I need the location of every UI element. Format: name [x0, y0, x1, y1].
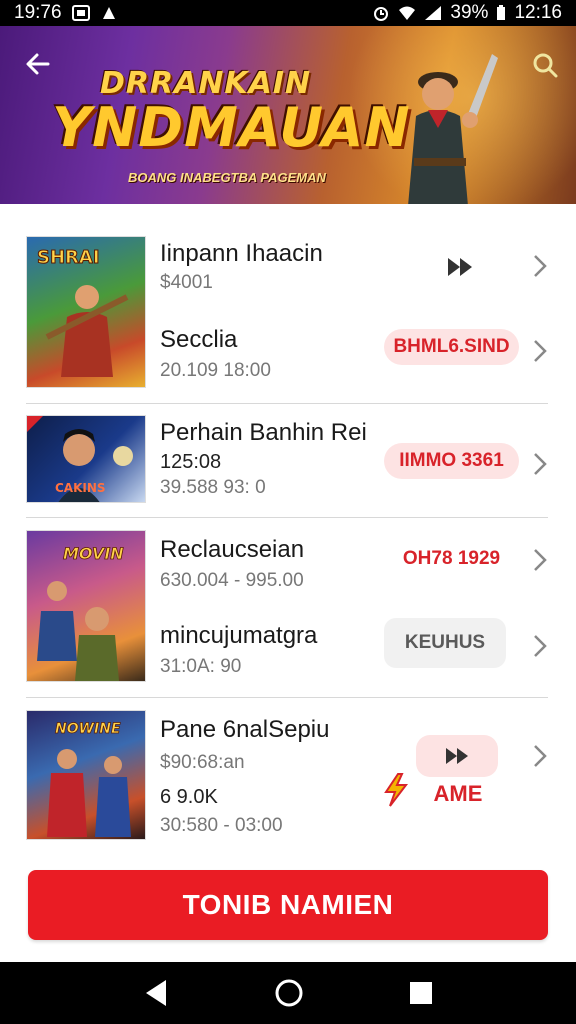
list-item-time: 39.588 93: 0 — [160, 477, 266, 498]
thumb-title: MOVIN — [63, 544, 124, 563]
chevron-right-icon[interactable] — [530, 337, 550, 365]
list-item-title[interactable]: Reclaucseian — [160, 536, 304, 564]
search-icon — [533, 53, 558, 78]
list-item-price: $90:68:an — [160, 752, 245, 773]
wifi-icon — [399, 6, 416, 20]
list-item-value: 125:08 — [160, 451, 222, 473]
arrow-left-icon — [26, 53, 50, 75]
list-item-time: 20.109 18:00 — [160, 360, 271, 381]
status-bar: 19:76 39% 12:16 — [0, 0, 576, 26]
game-art: CAKINS — [27, 416, 133, 502]
list-item-time: 31:0A: 90 — [160, 656, 242, 677]
chevron-right-icon[interactable] — [530, 742, 550, 770]
game-art: SHRAI — [37, 247, 129, 377]
thumb-title: NOWINE — [55, 721, 121, 737]
list-divider — [26, 517, 548, 518]
list-divider — [26, 403, 548, 404]
thumb-title: SHRAI — [37, 247, 100, 268]
list-item-title[interactable]: Secclia — [160, 326, 237, 354]
recents-nav-icon[interactable] — [408, 980, 434, 1006]
signal-icon — [425, 6, 442, 20]
search-button[interactable] — [528, 48, 562, 82]
hero-banner: DRRANKAIN YNDMAUAN BOANG INABEGTBA PAGEM… — [0, 26, 576, 204]
game-thumbnail[interactable]: CAKINS — [26, 415, 146, 503]
chevron-right-icon[interactable] — [530, 632, 550, 660]
status-badge: BHML6.SIND — [384, 329, 519, 365]
back-nav-icon[interactable] — [142, 978, 170, 1008]
photo-icon — [71, 5, 90, 21]
play-button[interactable] — [443, 253, 477, 281]
list-item-value: 6 9.0K — [160, 786, 218, 808]
back-button[interactable] — [20, 46, 56, 82]
game-art: NOWINE — [47, 721, 131, 837]
game-thumbnail[interactable]: MOVIN — [26, 530, 146, 682]
fast-forward-icon — [446, 748, 468, 764]
list-divider — [26, 697, 548, 698]
fast-forward-icon — [448, 258, 472, 276]
play-pill-button[interactable] — [416, 735, 498, 777]
list-item-time: 30:580 - 03:00 — [160, 815, 283, 836]
battery-percent: 39% — [450, 2, 489, 23]
game-art: MOVIN — [37, 544, 125, 681]
list-item-title[interactable]: Iinpann Ihaacin — [160, 240, 323, 268]
status-badge: IIMMO 3361 — [384, 443, 519, 479]
battery-icon — [497, 5, 506, 20]
game-thumbnail[interactable]: NOWINE — [26, 710, 146, 840]
status-time: 19:76 — [14, 2, 62, 23]
system-navigation-bar — [0, 962, 576, 1024]
notification-icon — [102, 7, 115, 19]
thumb-label: CAKINS — [55, 481, 106, 495]
chevron-right-icon[interactable] — [530, 546, 550, 574]
chevron-right-icon[interactable] — [530, 450, 550, 478]
banner-subtitle: BOANG INABEGTBA PAGEMAN — [128, 170, 326, 185]
status-badge[interactable]: KEUHUS — [384, 618, 506, 668]
primary-action-button[interactable]: TONIB NAMIEN — [28, 870, 548, 940]
home-nav-icon[interactable] — [274, 978, 304, 1008]
alarm-icon — [374, 7, 389, 21]
list-item-title[interactable]: mincujumatgra — [160, 622, 317, 650]
status-clock: 12:16 — [514, 2, 562, 23]
banner-title: YNDMAUAN — [52, 96, 411, 159]
list-item-time: 630.004 - 995.00 — [160, 570, 304, 591]
list-item-title[interactable]: Pane 6nalSepiu — [160, 716, 329, 744]
status-badge: OH78 1929 — [402, 548, 501, 569]
list-item-price: $4001 — [160, 272, 213, 293]
game-thumbnail[interactable]: SHRAI — [26, 236, 146, 388]
game-tag: AME — [433, 781, 483, 806]
list-item-title[interactable]: Perhain Banhin Rei — [160, 419, 367, 447]
chevron-right-icon[interactable] — [530, 252, 550, 280]
lightning-star-icon — [384, 773, 409, 807]
